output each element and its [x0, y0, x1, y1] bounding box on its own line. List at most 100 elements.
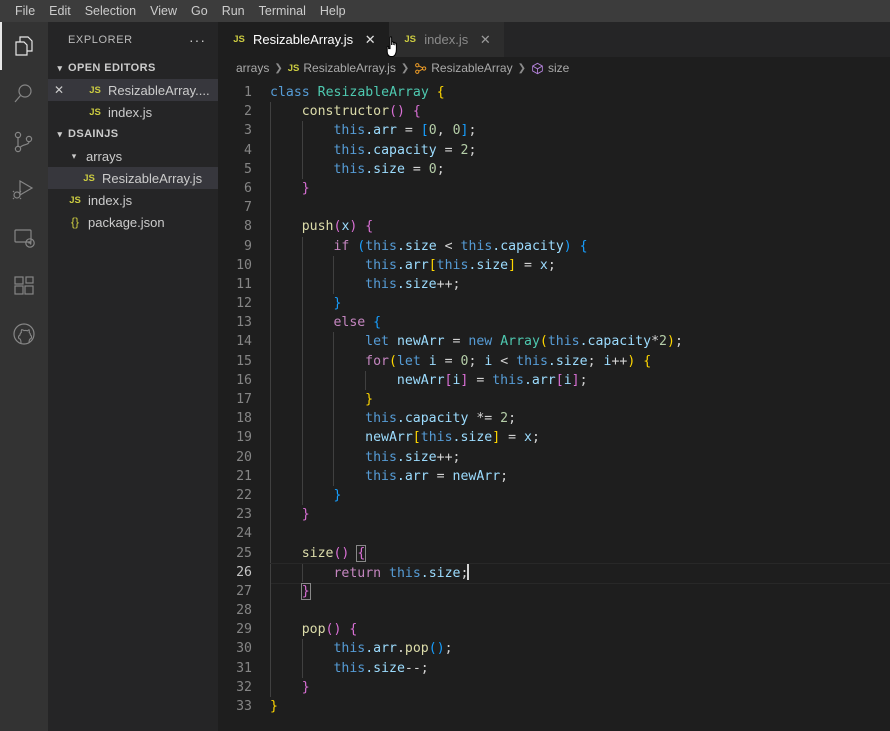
code-line-text: this.capacity = 2; — [270, 140, 890, 160]
code-line[interactable]: 27} — [218, 581, 890, 602]
breadcrumb-item-arrays[interactable]: arrays — [236, 61, 269, 75]
tree-file-index.js[interactable]: JS index.js — [48, 189, 218, 211]
code-token: 0 — [428, 161, 437, 177]
menu-selection[interactable]: Selection — [78, 0, 143, 22]
explorer-icon[interactable] — [0, 22, 48, 70]
code-token: .size — [468, 257, 509, 273]
menu-file[interactable]: File — [8, 0, 42, 22]
tree-item-label: arrays — [86, 148, 123, 164]
menu-run[interactable]: Run — [215, 0, 252, 22]
code-line[interactable]: 26 return this.size; — [218, 562, 890, 585]
code-line[interactable]: 30 this.arr.pop(); — [218, 639, 890, 659]
extensions-icon[interactable] — [0, 262, 48, 310]
code-line[interactable]: 3 this.arr = [0, 0]; — [218, 121, 890, 141]
breadcrumb-item-size[interactable]: size — [531, 61, 569, 75]
open-editor-item[interactable]: JS index.js — [48, 101, 218, 123]
code-line[interactable]: 21 this.arr = newArr; — [218, 466, 890, 486]
code-token: } — [333, 296, 342, 312]
code-token: this — [365, 238, 397, 254]
code-line[interactable]: 32} — [218, 677, 890, 697]
open-editor-item[interactable]: ✕ JS ResizableArray.... — [48, 79, 218, 101]
code-content[interactable]: 1 class ResizableArray {2 constructor() {3… — [218, 79, 890, 716]
breadcrumb-item-ResizableArray[interactable]: ResizableArray — [414, 61, 513, 75]
code-tokens: this.arr = newArr; — [270, 469, 508, 484]
code-line[interactable]: 10 this.arr[this.size] = x; — [218, 255, 890, 275]
code-token: } — [270, 699, 278, 714]
code-line[interactable]: 31 this.size--; — [218, 658, 890, 678]
code-line[interactable]: 23} — [218, 505, 890, 525]
activity-bar — [0, 22, 48, 731]
code-line[interactable]: 1 class ResizableArray { — [218, 83, 890, 102]
code-token: ++; — [436, 276, 461, 292]
code-token: ; — [547, 257, 556, 273]
code-token: ; — [468, 123, 477, 139]
code-line[interactable]: 18 this.capacity *= 2; — [218, 409, 890, 429]
menu-edit[interactable]: Edit — [42, 0, 78, 22]
code-line[interactable]: 19 newArr[this.size] = x; — [218, 428, 890, 448]
code-token: { — [643, 353, 652, 369]
code-line[interactable]: 16 newArr[i] = this.arr[i]; — [218, 370, 890, 390]
code-line[interactable]: 25 size() { — [218, 543, 890, 563]
code-line[interactable]: 4 this.capacity = 2; — [218, 140, 890, 160]
code-line[interactable]: 29 pop() { — [218, 620, 890, 640]
open-editors-section-header[interactable]: ▾ OPEN EDITORS — [48, 57, 218, 79]
code-line[interactable]: 2 constructor() { — [218, 102, 890, 122]
workspace-section-header[interactable]: ▾ DSAINJS — [48, 123, 218, 145]
code-line[interactable]: 13 else { — [218, 313, 890, 333]
code-token: pop — [404, 641, 429, 657]
code-tokens: pop() { — [270, 622, 358, 637]
tab-index.js[interactable]: JS index.js ✕ — [389, 22, 505, 57]
tree-file-ResizableArray.js[interactable]: JS ResizableArray.js — [48, 167, 218, 189]
code-line[interactable]: 5 this.size = 0; — [218, 159, 890, 179]
code-line[interactable]: 8 push(x) { — [218, 217, 890, 237]
code-line-text: this.arr = newArr; — [270, 466, 890, 486]
indent-guide — [270, 601, 271, 621]
editor-group: JS ResizableArray.js ✕ JS index.js ✕ arrays ❯ J… — [218, 22, 890, 731]
code-line[interactable]: 14 let newArr = new Array(this.capacity*2… — [218, 332, 890, 352]
json-file-icon: {} — [70, 215, 79, 229]
code-tokens: } — [270, 507, 310, 522]
code-line[interactable]: 9 if (this.size < this.capacity) { — [218, 236, 890, 256]
code-tokens: } — [270, 181, 310, 196]
code-line[interactable]: 17} — [218, 390, 890, 410]
code-token: { — [579, 238, 588, 254]
code-tokens: class ResizableArray { — [270, 85, 445, 100]
code-line[interactable]: 6} — [218, 178, 890, 199]
tree-file-package.json[interactable]: {} package.json — [48, 211, 218, 233]
code-line[interactable]: 11 this.size++; — [218, 274, 890, 295]
code-line[interactable]: 7 — [218, 198, 890, 218]
tab-close-icon[interactable]: ✕ — [361, 32, 379, 48]
menu-help[interactable]: Help — [313, 0, 353, 22]
line-number: 24 — [236, 526, 252, 542]
remote-explorer-icon[interactable] — [0, 214, 48, 262]
github-icon[interactable] — [0, 310, 48, 358]
code-line[interactable]: 15 for(let i = 0; i < this.size; i++) { — [218, 351, 890, 371]
search-icon[interactable] — [0, 70, 48, 118]
source-control-icon[interactable] — [0, 118, 48, 166]
menu-terminal[interactable]: Terminal — [252, 0, 313, 22]
run-and-debug-icon[interactable] — [0, 166, 48, 214]
code-line[interactable]: 28 — [218, 601, 890, 621]
menu-go[interactable]: Go — [184, 0, 215, 22]
tab-ResizableArray.js[interactable]: JS ResizableArray.js ✕ — [218, 22, 390, 57]
breadcrumb-separator-icon: ❯ — [274, 62, 283, 74]
code-line[interactable]: 20 this.size++; — [218, 447, 890, 467]
code-tokens: for(let i = 0; i < this.size; i++) { — [270, 354, 651, 369]
vscode-window: File Edit Selection View Go Run Terminal Help — [0, 0, 890, 731]
code-line[interactable]: 24 — [218, 524, 890, 544]
tab-close-icon[interactable]: ✕ — [476, 32, 494, 48]
code-token: ] — [492, 430, 501, 446]
code-tokens: } — [270, 488, 341, 503]
menu-view[interactable]: View — [143, 0, 184, 22]
code-tokens: this.size++; — [270, 450, 460, 465]
open-editor-label: index.js — [108, 104, 153, 120]
tree-folder-arrays[interactable]: ▾ arrays — [48, 145, 218, 167]
code-line[interactable]: 33} — [218, 697, 890, 716]
breadcrumb-item-ResizableArray.js[interactable]: JS ResizableArray.js — [288, 61, 396, 75]
editor-viewport[interactable]: 1 class ResizableArray {2 constructor() {3… — [218, 79, 890, 731]
close-icon[interactable]: ✕ — [48, 83, 70, 97]
line-number: 11 — [236, 276, 252, 292]
code-line[interactable]: 12} — [218, 294, 890, 314]
code-line[interactable]: 22} — [218, 485, 890, 506]
sidebar-more-actions-button[interactable]: ··· — [189, 33, 206, 47]
